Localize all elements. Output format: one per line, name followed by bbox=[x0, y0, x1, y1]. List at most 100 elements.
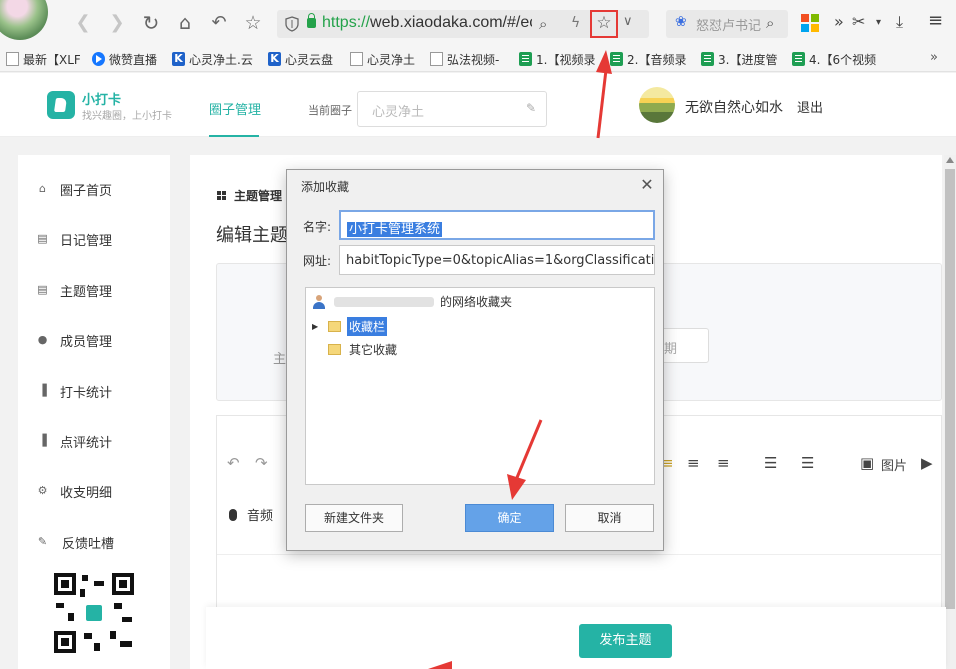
scissors-icon[interactable]: ✂ bbox=[852, 12, 865, 31]
microphone-icon bbox=[229, 509, 237, 521]
zoom-icon[interactable]: ⌕ bbox=[539, 15, 547, 33]
bookmark-item[interactable]: 1.【视频录 bbox=[519, 50, 605, 68]
avatar[interactable] bbox=[639, 87, 675, 123]
publish-theme-button[interactable]: 发布主题 bbox=[579, 624, 672, 658]
sidebar-item-label: 反馈吐槽 bbox=[62, 537, 115, 552]
page-icon bbox=[350, 52, 363, 66]
sidebar-item-diary[interactable]: ▤ 日记管理 bbox=[18, 224, 170, 254]
sidebar-item-label: 圈子首页 bbox=[60, 184, 113, 199]
edit-pen-icon[interactable]: ✎ bbox=[526, 101, 536, 115]
ordered-list-icon[interactable]: ☰ bbox=[764, 454, 777, 472]
grid-icon bbox=[217, 191, 226, 200]
bullet-list-icon[interactable]: ☰ bbox=[801, 454, 814, 472]
image-button-label[interactable]: 图片 bbox=[881, 455, 907, 474]
bottom-action-bar: 发布主题 bbox=[206, 607, 946, 669]
breadcrumb: 主题管理 bbox=[217, 187, 282, 204]
scrollbar-thumb[interactable] bbox=[945, 169, 955, 609]
folder-other[interactable]: 其它收藏 bbox=[328, 339, 399, 359]
sidebar-item-home[interactable]: ⌂ 圈子首页 bbox=[18, 174, 170, 204]
qr-code bbox=[54, 573, 134, 653]
download-icon[interactable]: ⤓ bbox=[896, 12, 903, 32]
sidebar-item-checkin-stats[interactable]: ▐ 打卡统计 bbox=[18, 376, 170, 406]
expand-arrow-icon[interactable]: ▶ bbox=[312, 322, 322, 331]
bookmark-url-field[interactable]: habitTopicType=0&topicAlias=1&orgClassif… bbox=[339, 245, 655, 275]
bookmark-name-field[interactable]: 小打卡管理系统 bbox=[339, 210, 655, 240]
nav-active-indicator bbox=[209, 135, 259, 137]
undo-icon[interactable]: ↶ bbox=[227, 454, 240, 472]
page-icon bbox=[6, 52, 19, 66]
bookmark-item[interactable]: 微赞直播 bbox=[92, 50, 164, 68]
sidebar-item-feedback[interactable]: ✎ 反馈吐槽 bbox=[18, 527, 170, 557]
folder-icon bbox=[328, 320, 341, 332]
add-bookmark-star-icon[interactable]: ☆ bbox=[590, 10, 618, 38]
new-folder-button[interactable]: 新建文件夹 bbox=[305, 504, 403, 532]
bookmark-item[interactable]: 2.【音频录 bbox=[610, 50, 694, 68]
add-bookmark-dialog: 添加收藏 ✕ 名字: 小打卡管理系统 网址: habitTopicType=0&… bbox=[286, 169, 664, 551]
scroll-up-icon[interactable] bbox=[946, 157, 954, 163]
spreadsheet-icon bbox=[610, 52, 623, 66]
page-icon bbox=[430, 52, 443, 66]
current-circle-select[interactable]: 心灵净土 ✎ bbox=[357, 91, 547, 127]
image-icon[interactable]: ▣ bbox=[860, 454, 874, 472]
sidebar-item-themes[interactable]: ▤ 主题管理 bbox=[18, 275, 170, 305]
cancel-button[interactable]: 取消 bbox=[565, 504, 654, 532]
browser-profile-avatar[interactable] bbox=[0, 0, 48, 40]
finance-icon: ⚙ bbox=[37, 484, 48, 497]
page-scrollbar[interactable] bbox=[944, 155, 956, 669]
search-box[interactable]: ❀ 怒怼卢书记 ⌕ bbox=[666, 10, 788, 38]
bookmark-item[interactable]: 4.【6个视频 bbox=[792, 50, 884, 68]
logo-icon[interactable] bbox=[47, 91, 75, 119]
k-logo-icon: K bbox=[172, 52, 185, 66]
refresh-icon[interactable]: ↻ bbox=[140, 12, 162, 34]
apps-grid-icon[interactable] bbox=[801, 14, 819, 32]
current-circle-value: 心灵净土 bbox=[372, 105, 425, 120]
align-right-icon[interactable]: ≡ bbox=[717, 454, 730, 472]
align-center-icon[interactable]: ≡ bbox=[687, 454, 700, 472]
lightning-icon[interactable]: ϟ bbox=[571, 15, 580, 31]
sidebar-item-finance[interactable]: ⚙ 收支明细 bbox=[18, 476, 170, 506]
forward-arrow-icon[interactable]: ❯ bbox=[106, 12, 128, 34]
bookmark-item[interactable]: 3.【进度管 bbox=[701, 50, 787, 68]
scissors-dropdown-icon[interactable]: ▾ bbox=[876, 17, 881, 28]
logo-name[interactable]: 小打卡 bbox=[82, 89, 121, 108]
bookmark-item[interactable]: 弘法视频- bbox=[430, 50, 504, 68]
diary-icon: ▤ bbox=[37, 232, 48, 245]
folder-bookmarks-bar[interactable]: ▶ 收藏栏 bbox=[312, 316, 388, 336]
ok-button[interactable]: 确定 bbox=[465, 504, 554, 532]
url-text[interactable]: https://web.xiaodaka.com/#/ec bbox=[322, 14, 532, 32]
sidebar-item-label: 日记管理 bbox=[60, 234, 113, 249]
menu-icon[interactable]: ≡ bbox=[928, 10, 943, 31]
chevron-down-icon[interactable]: ∨ bbox=[623, 14, 633, 29]
favorites-icon[interactable]: ☆ bbox=[242, 12, 264, 34]
close-icon[interactable]: ✕ bbox=[637, 175, 657, 195]
user-name[interactable]: 无欲自然心如水 bbox=[685, 97, 783, 117]
folder-tree[interactable]: 的网络收藏夹 ▶ 收藏栏 其它收藏 bbox=[305, 287, 655, 485]
audio-button[interactable]: 音频 bbox=[229, 505, 273, 524]
folder-tree-root[interactable]: 的网络收藏夹 bbox=[312, 293, 512, 310]
logout-link[interactable]: 退出 bbox=[797, 97, 823, 116]
video-icon[interactable]: ▶ bbox=[921, 454, 933, 472]
sidebar-item-label: 主题管理 bbox=[60, 285, 113, 300]
bookmark-item[interactable]: K 心灵云盘 bbox=[268, 50, 340, 68]
more-tools-icon[interactable]: » bbox=[834, 12, 844, 31]
dialog-title: 添加收藏 bbox=[301, 180, 350, 194]
redo-icon[interactable]: ↷ bbox=[255, 454, 268, 472]
sidebar-item-review-stats[interactable]: ▐ 点评统计 bbox=[18, 426, 170, 456]
browser-toolbar: ❮ ❯ ↻ ⌂ ↶ ☆ https://web.xiaodaka.com/#/e… bbox=[0, 0, 956, 46]
play-icon bbox=[92, 52, 105, 66]
bookmarks-overflow-icon[interactable]: » bbox=[930, 50, 938, 65]
sidebar-item-label: 点评统计 bbox=[60, 436, 113, 451]
bookmark-item[interactable]: 心灵净土 bbox=[350, 50, 420, 68]
sidebar-item-members[interactable]: ● 成员管理 bbox=[18, 325, 170, 355]
review-stats-icon: ▐ bbox=[38, 434, 47, 447]
nav-circle-management[interactable]: 圈子管理 bbox=[209, 99, 261, 118]
back-arrow-icon[interactable]: ❮ bbox=[72, 12, 94, 34]
bookmark-item[interactable]: K 心灵净土.云 bbox=[172, 50, 256, 68]
home-icon[interactable]: ⌂ bbox=[174, 12, 196, 34]
current-circle-label: 当前圈子 bbox=[308, 104, 352, 117]
search-input[interactable]: 怒怼卢书记 bbox=[696, 15, 762, 34]
undo-close-tab-icon[interactable]: ↶ bbox=[208, 12, 230, 34]
bookmark-item[interactable]: 最新【XLF bbox=[6, 50, 80, 68]
search-icon[interactable]: ⌕ bbox=[766, 14, 774, 32]
shield-icon bbox=[285, 16, 299, 32]
